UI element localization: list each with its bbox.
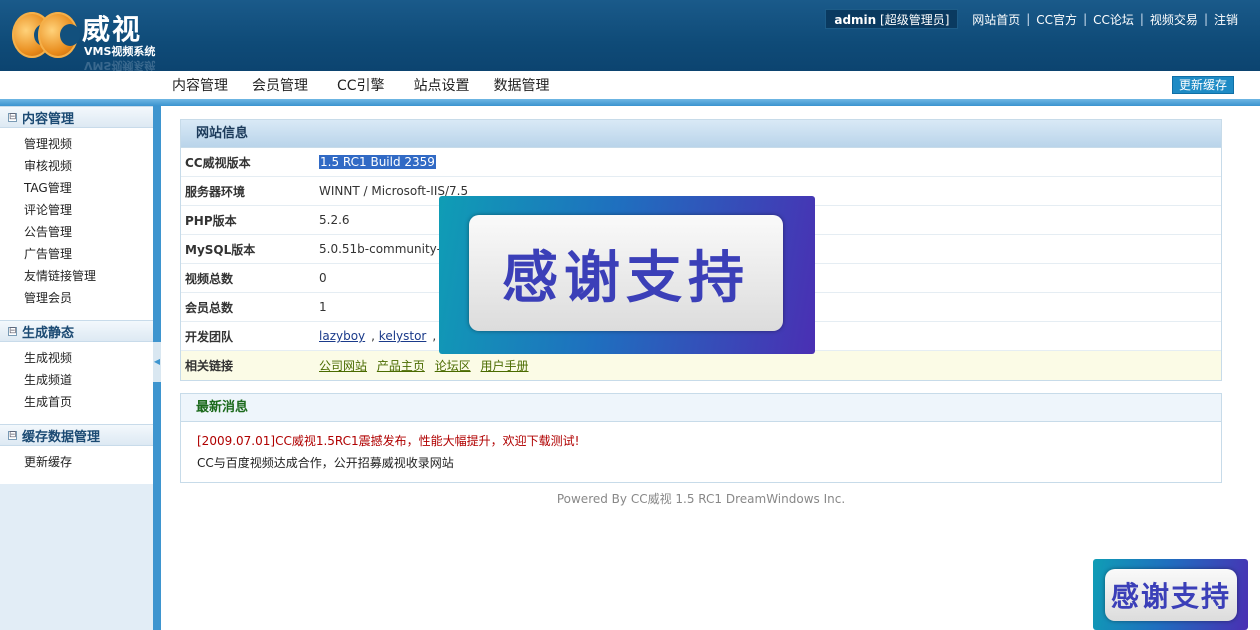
separator: | (1203, 12, 1208, 26)
panel-title: 最新消息 (181, 394, 1221, 422)
thanks-text: 感谢支持 (1105, 569, 1237, 621)
sidebar-section-header[interactable]: ⊟ 内容管理 (0, 106, 153, 128)
sidebar-section-static: ⊟ 生成静态 生成视频 生成频道 生成首页 (0, 320, 153, 413)
sidebar-section-header[interactable]: ⊟ 缓存数据管理 (0, 424, 153, 446)
sidebar-item-manage-members[interactable]: 管理会员 (0, 287, 153, 309)
sidebar-section-header[interactable]: ⊟ 生成静态 (0, 320, 153, 342)
sidebar-rail: ◀ (153, 106, 161, 630)
link-user-manual[interactable]: 用户手册 (481, 359, 529, 373)
logo-title: 威视 (82, 13, 143, 46)
sidebar-footer-area (0, 484, 153, 630)
link-site-home[interactable]: 网站首页 (970, 11, 1022, 28)
info-label: MySQL版本 (185, 242, 256, 257)
sidebar-item-generate-channels[interactable]: 生成频道 (0, 369, 153, 391)
separator: | (1139, 12, 1144, 26)
collapse-icon[interactable]: ⊟ (8, 430, 17, 440)
footer-powered-by: Powered By CC威视 1.5 RC1 DreamWindows Inc… (556, 492, 846, 506)
thanks-corner-badge[interactable]: 感谢支持 (1093, 559, 1248, 630)
sidebar-item-announcement-management[interactable]: 公告管理 (0, 221, 153, 243)
sidebar-section-cache: ⊟ 缓存数据管理 更新缓存 (0, 424, 153, 473)
separator: | (1083, 12, 1088, 26)
sidebar-section-content: ⊟ 内容管理 管理视频 审核视频 TAG管理 评论管理 公告管理 广告管理 友情… (0, 106, 153, 309)
info-label: 开发团队 (185, 329, 234, 344)
main-nav: 内容管理 会员管理 CC引擎 站点设置 数据管理 更新缓存 (0, 71, 1260, 99)
thanks-text: 感谢支持 (469, 215, 783, 331)
separator: | (1026, 12, 1031, 26)
sidebar-item-generate-videos[interactable]: 生成视频 (0, 347, 153, 369)
user-box: admin [超级管理员] (825, 9, 959, 29)
sidebar-section-title: 生成静态 (22, 325, 75, 341)
info-label: 视频总数 (185, 271, 234, 286)
nav-divider (0, 99, 1260, 106)
news-panel: 最新消息 [2009.07.01]CC威视1.5RC1震撼发布，性能大幅提升，欢… (180, 393, 1222, 483)
news-item[interactable]: CC与百度视频达成合作，公开招募威视收录网站 (197, 452, 1221, 474)
video-count-value: 0 (319, 271, 327, 285)
sidebar-section-title: 内容管理 (22, 111, 75, 127)
team-link[interactable]: kelystor (379, 329, 427, 343)
info-row: CC威视版本 1.5 RC1 Build 2359 (181, 148, 1221, 177)
link-forum[interactable]: 论坛区 (435, 359, 471, 373)
info-row-links: 相关链接 公司网站 产品主页 论坛区 用户手册 (181, 351, 1221, 380)
user-role: [超级管理员] (880, 13, 950, 27)
nav-member-management[interactable]: 会员管理 (240, 75, 320, 95)
news-item[interactable]: [2009.07.01]CC威视1.5RC1震撼发布，性能大幅提升，欢迎下载测试… (197, 430, 1221, 452)
nav-content-management[interactable]: 内容管理 (160, 75, 240, 95)
member-count-value: 1 (319, 300, 327, 314)
username: admin (834, 13, 877, 27)
sidebar-item-generate-homepage[interactable]: 生成首页 (0, 391, 153, 413)
sidebar-item-update-cache[interactable]: 更新缓存 (0, 451, 153, 473)
php-value: 5.2.6 (319, 213, 350, 227)
link-logout[interactable]: 注销 (1212, 11, 1240, 28)
info-label: 服务器环境 (185, 184, 246, 199)
sidebar-item-tag-management[interactable]: TAG管理 (0, 177, 153, 199)
info-label: PHP版本 (185, 213, 237, 228)
collapse-icon[interactable]: ⊟ (8, 112, 17, 122)
link-company-site[interactable]: 公司网站 (319, 359, 367, 373)
sidebar-item-manage-videos[interactable]: 管理视频 (0, 133, 153, 155)
team-link[interactable]: lazyboy (319, 329, 365, 343)
nav-data-management[interactable]: 数据管理 (482, 75, 562, 95)
header-bar: 威视 VMS视频系统 VMS视频系统 admin [超级管理员] 网站首页 | … (0, 0, 1260, 72)
sidebar-section-title: 缓存数据管理 (22, 429, 101, 445)
refresh-cache-button[interactable]: 更新缓存 (1171, 76, 1234, 94)
link-product-home[interactable]: 产品主页 (377, 359, 425, 373)
link-cc-forum[interactable]: CC论坛 (1091, 11, 1136, 28)
info-label: 会员总数 (185, 300, 234, 315)
link-cc-official[interactable]: CC官方 (1034, 11, 1079, 28)
sidebar-item-friend-links[interactable]: 友情链接管理 (0, 265, 153, 287)
mysql-value: 5.0.51b-community-n (319, 242, 449, 256)
sidebar-item-review-videos[interactable]: 审核视频 (0, 155, 153, 177)
nav-site-settings[interactable]: 站点设置 (402, 75, 482, 95)
collapse-icon[interactable]: ⊟ (8, 326, 17, 336)
sidebar-item-ad-management[interactable]: 广告管理 (0, 243, 153, 265)
logo-subtitle: VMS视频系统 (84, 45, 156, 58)
sidebar-item-comment-management[interactable]: 评论管理 (0, 199, 153, 221)
related-links: 公司网站 产品主页 论坛区 用户手册 (319, 357, 535, 374)
sidebar-collapse-handle[interactable]: ◀ (153, 342, 161, 382)
logo[interactable]: 威视 VMS视频系统 VMS视频系统 (12, 8, 172, 72)
version-value: 1.5 RC1 Build 2359 (319, 155, 436, 169)
top-links: admin [超级管理员] 网站首页 | CC官方 | CC论坛 | 视频交易 … (825, 9, 1240, 29)
link-video-trade[interactable]: 视频交易 (1148, 11, 1200, 28)
main-content: 网站信息 CC威视版本 1.5 RC1 Build 2359 服务器环境 WIN… (161, 106, 1260, 630)
panel-title: 网站信息 (181, 120, 1221, 148)
nav-cc-engine[interactable]: CC引擎 (320, 75, 402, 95)
logo-c-icon (38, 12, 80, 58)
info-label: CC威视版本 (185, 155, 251, 170)
thanks-overlay-banner: 感谢支持 (439, 196, 815, 354)
info-label: 相关链接 (185, 359, 234, 373)
